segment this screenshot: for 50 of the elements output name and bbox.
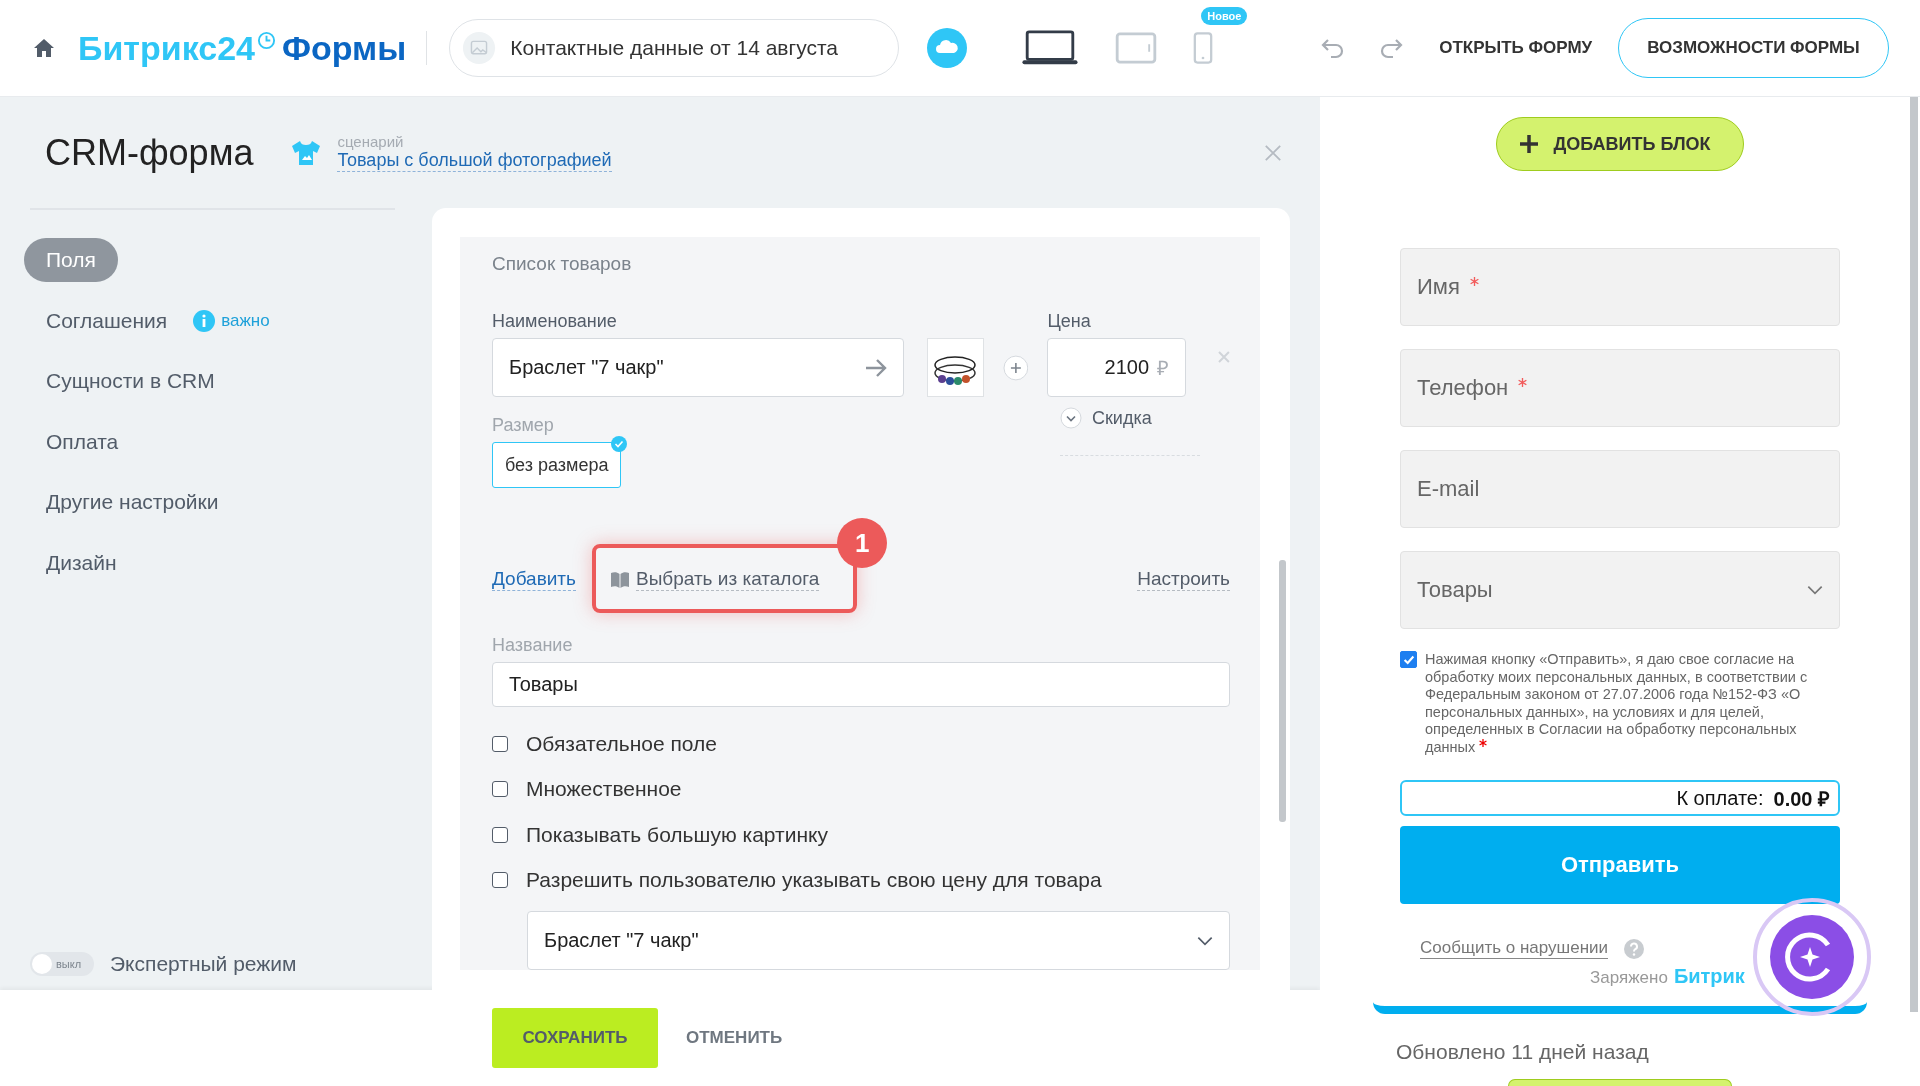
total-label: К оплате: <box>1676 786 1764 810</box>
input-field[interactable]: Имя <box>1400 248 1840 326</box>
currency-sign: ₽ <box>1157 356 1170 381</box>
field-label: Цена <box>1047 311 1092 332</box>
powered-brand: Битрик <box>1673 965 1745 988</box>
expert-mode-toggle[interactable]: выкл <box>30 952 94 976</box>
consent-text: Нажимая кнопку «Отправить», я даю свое согласие на обработку моих персональных данных, в соответствии с Федеральным законом от 27.07.2006 года №152-ФЗ «О персональных данных», на условиях и для целей, определенных в Согласии на обработку персональных данных <box>1425 651 1808 755</box>
select-field[interactable]: Товары <box>1400 551 1840 629</box>
open-form-link[interactable]: ОТКРЫТЬ ФОРМУ <box>1439 38 1593 58</box>
sidebar-item[interactable]: Дизайн <box>24 540 139 585</box>
field-label: Наименование <box>492 311 618 332</box>
step-badge: 1 <box>837 518 888 568</box>
updated-text: Обновлено 11 дней назад <box>1396 1040 1649 1064</box>
scenario-link[interactable]: Товары с большой фотографией <box>337 150 612 172</box>
input-field[interactable]: E-mail <box>1400 450 1840 528</box>
field-label: Название <box>492 635 574 656</box>
new-badge: Новое <box>1201 7 1248 25</box>
total-value: 0.00 ₽ <box>1773 786 1830 812</box>
price-value: 2100 <box>1104 356 1150 379</box>
section-title: Список товаров <box>492 253 633 275</box>
size-option-chip[interactable]: без размера <box>492 442 622 488</box>
sidebar-item[interactable]: Другие настройки <box>24 480 241 525</box>
product-name-field[interactable]: Браслет "7 чакр" <box>492 338 905 397</box>
save-button[interactable]: СОХРАНИТЬ <box>492 1008 658 1068</box>
configure-link[interactable]: Настроить <box>1137 568 1230 591</box>
powered-label: Заряжено <box>1590 968 1668 988</box>
scenario-label: сценарий <box>337 133 405 150</box>
expert-mode-label: Экспертный режим <box>110 952 297 976</box>
input-field[interactable]: Телефон <box>1400 349 1840 427</box>
page-title: CRM-форма <box>45 131 254 174</box>
price-field[interactable]: 2100 ₽ <box>1047 338 1187 397</box>
add-link[interactable]: Добавить <box>492 568 576 591</box>
checkbox-label: Показывать большую картинку <box>526 822 828 847</box>
field-label: Размер <box>492 415 555 436</box>
checkbox-label: Обязательное поле <box>526 731 717 756</box>
report-link[interactable]: Сообщить о нарушении <box>1420 938 1609 959</box>
product-name: Формы <box>281 28 407 68</box>
sidebar-item[interactable]: Соглашения <box>24 298 190 343</box>
product-select[interactable]: Браслет "7 чакр" <box>527 911 1230 970</box>
checkbox-label: Множественное <box>526 777 682 802</box>
cancel-button[interactable]: ОТМЕНИТЬ <box>686 1028 783 1048</box>
catalog-link[interactable]: Выбрать из каталога <box>636 568 820 591</box>
title-field[interactable]: Товары <box>492 662 1230 707</box>
checkbox-label: Разрешить пользователю указывать свою цену для товара <box>526 868 1102 893</box>
important-label: важно <box>221 310 270 331</box>
sidebar-item[interactable]: Сущности в CRM <box>24 359 237 404</box>
add-block-button[interactable]: ДОБАВИТЬ БЛОК <box>1496 117 1744 171</box>
sidebar-item[interactable]: Оплата <box>24 419 141 464</box>
brand-logo: Битрикс24 <box>78 28 255 68</box>
discount-toggle[interactable]: Скидка <box>1060 407 1152 429</box>
